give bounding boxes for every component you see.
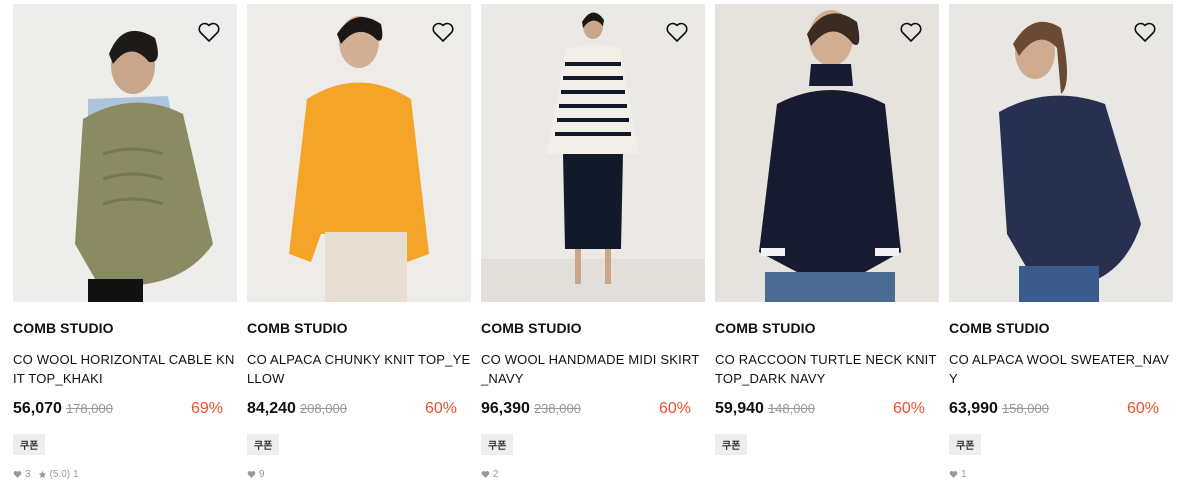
brand-name[interactable]: COMB STUDIO <box>949 320 1173 336</box>
product-photo <box>481 4 705 302</box>
like-count: 9 <box>259 469 265 480</box>
price-row: 63,990 158,000 60% <box>949 400 1173 420</box>
brand-name[interactable]: COMB STUDIO <box>13 320 237 336</box>
product-name[interactable]: CO WOOL HORIZONTAL CABLE KNIT TOP_KHAKI <box>13 350 237 388</box>
price-row: 56,070 178,000 69% <box>13 400 237 420</box>
heart-small-icon <box>247 471 256 478</box>
original-price: 208,000 <box>299 401 347 416</box>
product-photo <box>13 4 237 302</box>
like-count: 3 <box>25 469 31 480</box>
product-photo <box>247 4 471 302</box>
heart-icon[interactable] <box>197 20 221 44</box>
coupon-badge: 쿠폰 <box>481 434 514 455</box>
coupon-badge: 쿠폰 <box>715 434 748 455</box>
discount-rate: 60% <box>1126 400 1159 417</box>
heart-icon[interactable] <box>1133 20 1157 44</box>
original-price: 238,000 <box>533 401 581 416</box>
discount-rate: 60% <box>658 400 691 417</box>
product-card[interactable]: COMB STUDIO CO ALPACA CHUNKY KNIT TOP_YE… <box>247 4 471 480</box>
coupon-badge: 쿠폰 <box>13 434 46 455</box>
heart-icon[interactable] <box>665 20 689 44</box>
discount-rate: 60% <box>892 400 925 417</box>
sale-price: 84,240 <box>247 400 296 417</box>
discount-rate: 69% <box>190 400 223 417</box>
product-image[interactable] <box>247 4 471 302</box>
product-name[interactable]: CO RACCOON TURTLE NECK KNIT TOP_DARK NAV… <box>715 350 939 388</box>
price-row: 96,390 238,000 60% <box>481 400 705 420</box>
coupon-badge: 쿠폰 <box>949 434 982 455</box>
like-count: 1 <box>961 469 967 480</box>
brand-name[interactable]: COMB STUDIO <box>715 320 939 336</box>
price-row: 84,240 208,000 60% <box>247 400 471 420</box>
sale-price: 59,940 <box>715 400 764 417</box>
product-grid: COMB STUDIO CO WOOL HORIZONTAL CABLE KNI… <box>0 0 1179 500</box>
product-photo <box>715 4 939 302</box>
rating: (5.0) <box>49 469 71 480</box>
product-card[interactable]: COMB STUDIO CO ALPACA WOOL SWEATER_NAVY … <box>949 4 1173 480</box>
product-name[interactable]: CO WOOL HANDMADE MIDI SKIRT_NAVY <box>481 350 705 388</box>
product-stats: 1 <box>949 469 1173 480</box>
product-image[interactable] <box>949 4 1173 302</box>
original-price: 148,000 <box>767 401 815 416</box>
sale-price: 56,070 <box>13 400 62 417</box>
heart-small-icon <box>481 471 490 478</box>
heart-icon[interactable] <box>899 20 923 44</box>
sale-price: 63,990 <box>949 400 998 417</box>
product-image[interactable] <box>715 4 939 302</box>
discount-rate: 60% <box>424 400 457 417</box>
product-card[interactable]: COMB STUDIO CO WOOL HORIZONTAL CABLE KNI… <box>13 4 237 480</box>
star-icon <box>38 470 46 479</box>
product-card[interactable]: COMB STUDIO CO RACCOON TURTLE NECK KNIT … <box>715 4 939 455</box>
original-price: 178,000 <box>65 401 113 416</box>
product-card[interactable]: COMB STUDIO CO WOOL HANDMADE MIDI SKIRT_… <box>481 4 705 480</box>
product-stats: 3 (5.0) 1 <box>13 469 237 480</box>
product-name[interactable]: CO ALPACA WOOL SWEATER_NAVY <box>949 350 1173 388</box>
like-count: 2 <box>493 469 499 480</box>
coupon-badge: 쿠폰 <box>247 434 280 455</box>
heart-icon[interactable] <box>431 20 455 44</box>
brand-name[interactable]: COMB STUDIO <box>481 320 705 336</box>
product-name[interactable]: CO ALPACA CHUNKY KNIT TOP_YELLOW <box>247 350 471 388</box>
heart-small-icon <box>13 471 22 478</box>
original-price: 158,000 <box>1001 401 1049 416</box>
product-image[interactable] <box>13 4 237 302</box>
sale-price: 96,390 <box>481 400 530 417</box>
price-row: 59,940 148,000 60% <box>715 400 939 420</box>
heart-small-icon <box>949 471 958 478</box>
product-stats: 2 <box>481 469 705 480</box>
product-photo <box>949 4 1173 302</box>
review-count: 1 <box>73 469 79 480</box>
product-stats: 9 <box>247 469 471 480</box>
brand-name[interactable]: COMB STUDIO <box>247 320 471 336</box>
product-image[interactable] <box>481 4 705 302</box>
